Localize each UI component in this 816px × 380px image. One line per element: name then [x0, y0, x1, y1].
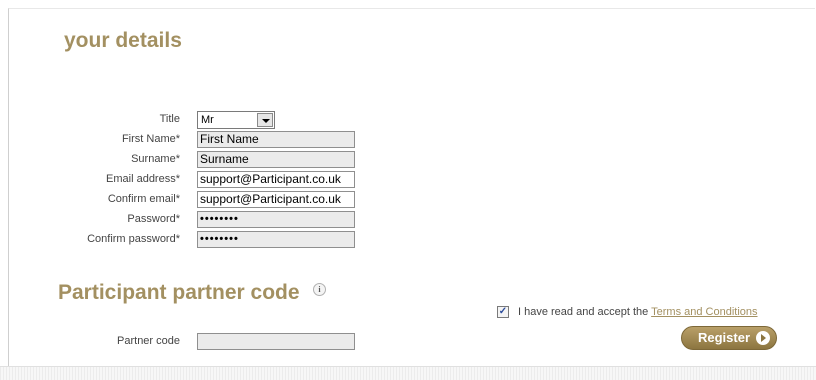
confirm-password-field[interactable]: •••••••• — [197, 231, 355, 248]
partner-code-label: Partner code — [117, 335, 180, 347]
partner-code-input[interactable] — [197, 333, 355, 350]
password-row: Password* •••••••• — [0, 211, 380, 229]
chevron-down-icon[interactable] — [257, 113, 273, 127]
email-row: Email address* support@Participant.co.uk — [0, 171, 380, 189]
email-label: Email address* — [106, 173, 180, 185]
first-name-label: First Name* — [121, 133, 180, 145]
surname-field[interactable]: Surname — [197, 151, 355, 168]
terms-statement: I have read and accept the — [518, 306, 652, 318]
register-button[interactable]: Register — [681, 326, 777, 350]
title-label: Title — [159, 113, 180, 125]
title-row: Title Mr — [0, 111, 380, 129]
first-name-field[interactable]: First Name — [197, 131, 355, 148]
partner-code-row: Partner code — [0, 333, 380, 351]
arrow-right-icon — [756, 331, 770, 345]
title-select[interactable]: Mr — [197, 111, 275, 129]
surname-label: Surname* — [131, 153, 180, 165]
info-icon[interactable]: i — [313, 283, 326, 296]
terms-checkbox[interactable]: ✓ — [497, 306, 509, 318]
first-name-row: First Name* First Name — [0, 131, 380, 149]
confirm-email-label: Confirm email* — [107, 193, 180, 205]
terms-text: I have read and accept the Terms and Con… — [518, 306, 758, 318]
register-label: Register — [698, 330, 751, 345]
password-label: Password* — [127, 213, 180, 225]
your-details-heading: your details — [64, 29, 182, 52]
terms-link[interactable]: Terms and Conditions — [651, 306, 757, 318]
confirm-password-label: Confirm password* — [87, 233, 180, 245]
title-select-value: Mr — [201, 114, 214, 126]
password-field[interactable]: •••••••• — [197, 211, 355, 228]
partner-code-heading: Participant partner code — [58, 281, 300, 304]
confirm-email-row: Confirm email* support@Participant.co.uk — [0, 191, 380, 209]
confirm-email-field[interactable]: support@Participant.co.uk — [197, 191, 355, 208]
email-field[interactable]: support@Participant.co.uk — [197, 171, 355, 188]
footer-strip — [0, 366, 816, 380]
surname-row: Surname* Surname — [0, 151, 380, 169]
confirm-password-row: Confirm password* •••••••• — [0, 231, 380, 249]
